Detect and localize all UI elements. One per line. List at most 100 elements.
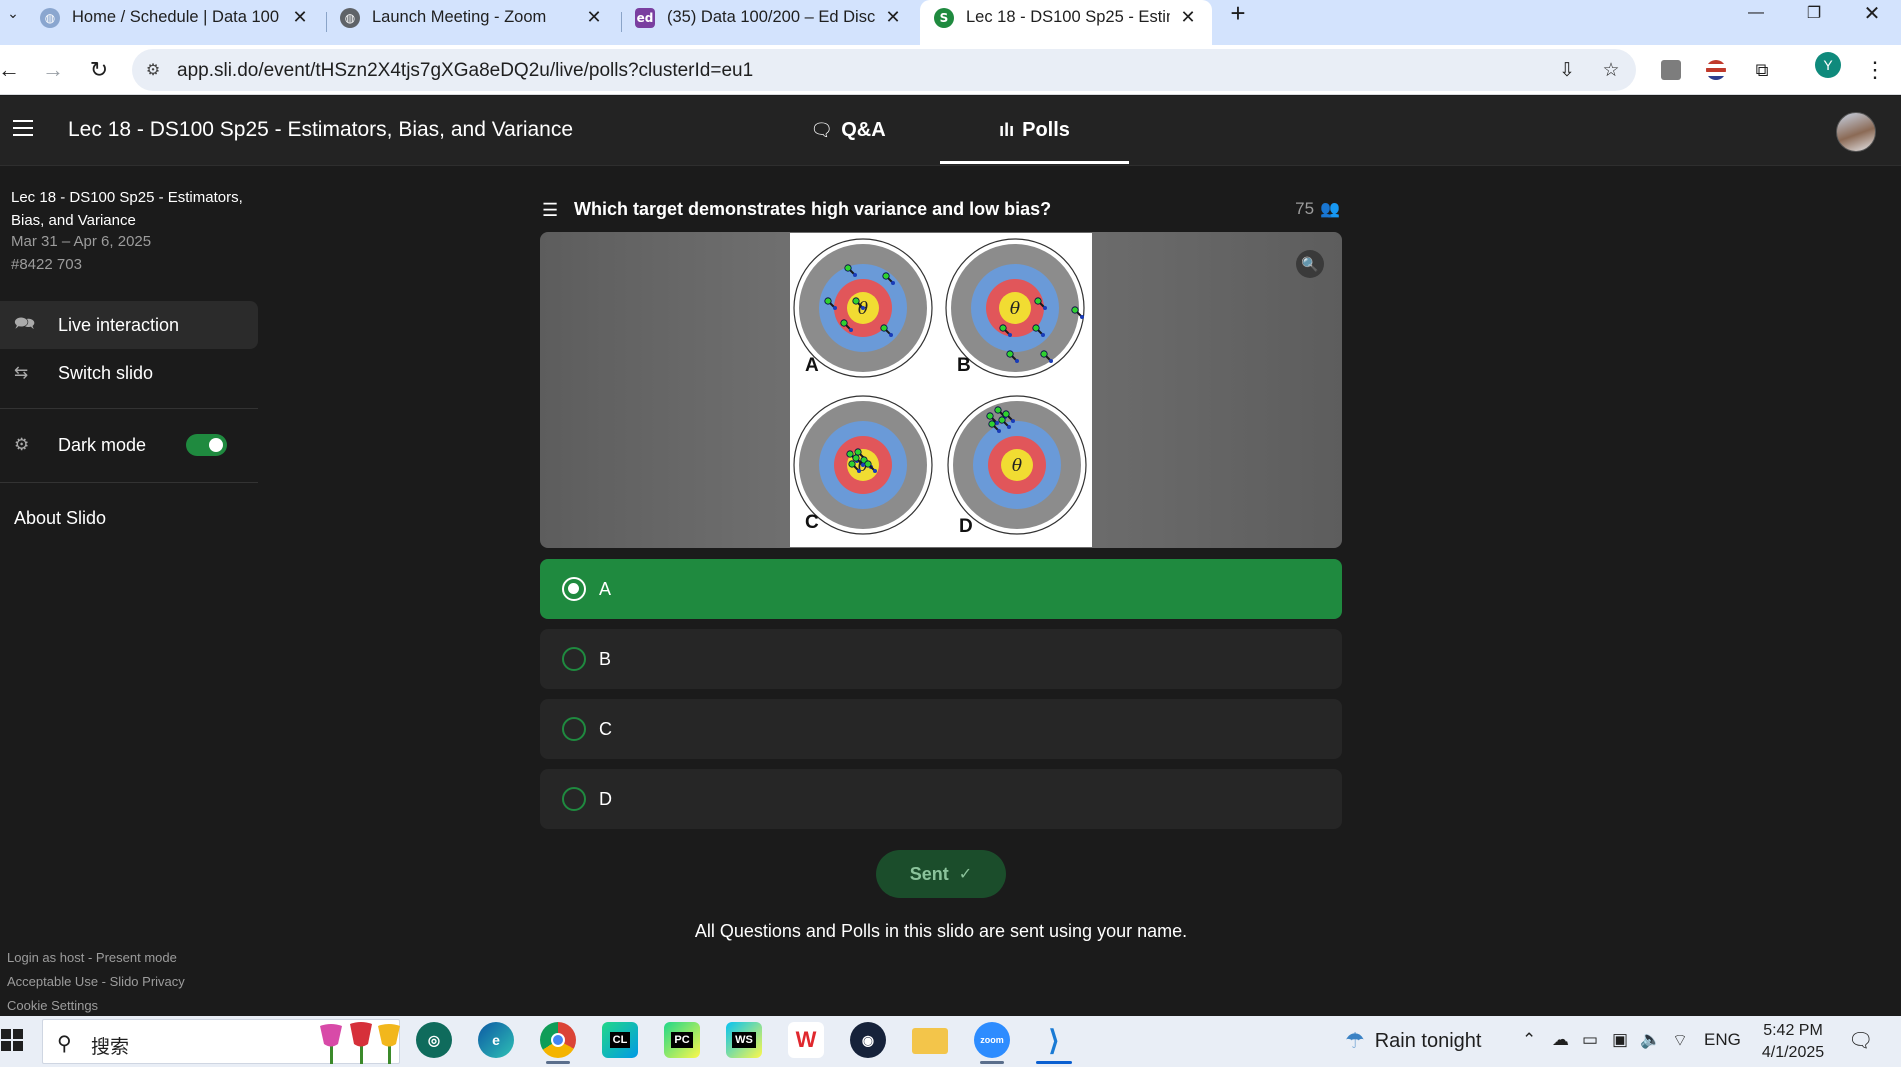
dart-fletch — [824, 297, 832, 305]
sidebar-event-name: Lec 18 - DS100 Sp25 - Estimators, Bias, … — [11, 189, 243, 229]
clock-time: 5:42 PM — [1763, 1022, 1823, 1039]
sent-button[interactable]: Sent ✓ — [876, 850, 1006, 898]
option-label: B — [599, 648, 612, 669]
poll-image[interactable]: θAθBθCθD 🔍 — [540, 232, 1342, 548]
browser-tab-zoom[interactable]: ◍ Launch Meeting - Zoom ✕ — [326, 0, 618, 45]
onedrive-cloud-icon[interactable]: ☁ — [1552, 1030, 1569, 1050]
poll-option-a[interactable]: A — [540, 559, 1342, 619]
poll-option-b[interactable]: B — [540, 629, 1342, 689]
acceptable-use-link[interactable]: Acceptable Use — [7, 974, 98, 989]
dart-hit — [861, 306, 865, 310]
dark-mode-toggle[interactable] — [186, 434, 227, 456]
poll-option-c[interactable]: C — [540, 699, 1342, 759]
sidebar-item-label: Live interaction — [58, 314, 180, 335]
about-slido-link[interactable]: About Slido — [14, 508, 106, 529]
dart-hit — [853, 273, 857, 277]
zoom-taskbar-icon[interactable]: zoom — [974, 1022, 1010, 1064]
close-icon[interactable]: ✕ — [584, 7, 604, 28]
search-icon: ⚲ — [57, 1033, 72, 1055]
cookie-settings-link[interactable]: Cookie Settings — [7, 998, 98, 1013]
tab-qa[interactable]: 🗨 Q&A — [790, 96, 906, 164]
wifi-icon[interactable]: ⌔ — [1672, 1030, 1688, 1051]
meet-camera-icon[interactable]: ▣ — [1612, 1030, 1628, 1050]
sidebar-item-live-interaction[interactable]: 🗪 Live interaction — [0, 301, 258, 349]
radio-button[interactable] — [562, 577, 586, 601]
sidebar-event-dates: Mar 31 – Apr 6, 2025 — [11, 233, 152, 250]
privacy-link[interactable]: Slido Privacy — [110, 974, 185, 989]
bookmark-star-icon[interactable]: ☆ — [1598, 58, 1624, 82]
profile-avatar[interactable]: Y — [1815, 52, 1841, 78]
close-icon[interactable]: ✕ — [883, 7, 903, 28]
back-icon[interactable]: ← — [0, 55, 24, 85]
dart-fletch — [999, 324, 1007, 332]
radio-button[interactable] — [562, 647, 586, 671]
toggle-knob — [209, 438, 223, 452]
zoom-label: zoom — [980, 1035, 1004, 1045]
battery-icon[interactable]: ▭ — [1582, 1030, 1598, 1050]
weather-widget[interactable]: ☂ Rain tonight — [1345, 1028, 1481, 1054]
new-tab-button[interactable]: + — [1222, 0, 1254, 28]
dart-hit — [1007, 425, 1011, 429]
input-language[interactable]: ENG — [1704, 1030, 1741, 1050]
poll-option-d[interactable]: D — [540, 769, 1342, 829]
poll-question: Which target demonstrates high variance … — [574, 199, 1052, 219]
extensions-puzzle-icon[interactable]: ⧉ — [1749, 57, 1775, 83]
login-as-host-link[interactable]: Login as host — [7, 950, 84, 965]
dart-fletch — [864, 460, 872, 468]
taskbar-search[interactable]: ⚲ 搜索 — [42, 1019, 400, 1064]
browser-tab-schedule[interactable]: ◍ Home / Schedule | Data 100 ✕ — [26, 0, 324, 45]
dart-fletch — [840, 319, 848, 327]
tab-label: Polls — [1022, 118, 1070, 141]
avatar[interactable] — [1836, 112, 1876, 152]
radio-button[interactable] — [562, 787, 586, 811]
dart-fletch — [1032, 324, 1040, 332]
webstorm-label: WS — [732, 1032, 756, 1048]
system-clock[interactable]: 5:42 PM 4/1/2025 — [1748, 1020, 1838, 1064]
browser-tab-ed[interactable]: ed (35) Data 100/200 – Ed Discu ✕ — [621, 0, 917, 45]
install-app-icon[interactable]: ⇩ — [1554, 58, 1580, 82]
browser-tab-slido[interactable]: S Lec 18 - DS100 Sp25 - Estima ✕ — [920, 0, 1212, 45]
minimize-icon[interactable]: — — [1728, 0, 1784, 26]
windows-taskbar: ⚲ 搜索 ◎ e CL PC WS W ◉ zoom ⟩ ☂ Rain toni… — [0, 1016, 1901, 1067]
radio-button[interactable] — [562, 717, 586, 741]
extension-icon[interactable] — [1658, 57, 1684, 83]
tab-search-chevron-icon[interactable]: ⌄ — [0, 0, 26, 26]
close-icon[interactable]: ✕ — [1178, 7, 1198, 28]
url-text[interactable]: app.sli.do/event/tHSzn2X4tjs7gXGa8eDQ2u/… — [177, 60, 753, 82]
steam-taskbar-icon[interactable]: ◉ — [850, 1022, 886, 1058]
clion-taskbar-icon[interactable]: CL — [602, 1022, 638, 1058]
close-icon[interactable]: ✕ — [290, 7, 310, 28]
forward-icon[interactable]: → — [38, 55, 68, 85]
flag-extension-icon[interactable] — [1703, 57, 1729, 83]
dart-hit — [861, 463, 865, 467]
speaker-icon[interactable]: 🔈 — [1640, 1030, 1661, 1050]
chrome-taskbar-icon[interactable] — [540, 1022, 576, 1064]
dart-hit — [1049, 359, 1053, 363]
close-window-icon[interactable]: ✕ — [1844, 0, 1900, 26]
wps-taskbar-icon[interactable]: W — [788, 1022, 824, 1058]
windows-start-icon[interactable] — [0, 1028, 24, 1052]
swap-icon: ⇆ — [14, 363, 29, 382]
reload-icon[interactable]: ↻ — [84, 55, 114, 85]
weather-text: Rain tonight — [1374, 1029, 1482, 1052]
menu-icon[interactable] — [13, 120, 35, 138]
edge-taskbar-icon[interactable]: e — [478, 1022, 514, 1058]
tab-polls[interactable]: ılı Polls — [940, 96, 1129, 164]
webstorm-taskbar-icon[interactable]: WS — [726, 1022, 762, 1058]
dart-hit — [891, 281, 895, 285]
address-bar[interactable]: ⚙ app.sli.do/event/tHSzn2X4tjs7gXGa8eDQ2… — [132, 49, 1636, 91]
notifications-icon[interactable]: 🗨 — [1848, 1028, 1873, 1053]
sidebar-item-switch-slido[interactable]: ⇆ Switch slido — [0, 349, 258, 397]
present-mode-link[interactable]: Present mode — [96, 950, 177, 965]
pycharm-taskbar-icon[interactable]: PC — [664, 1022, 700, 1058]
zoom-icon[interactable]: 🔍 — [1296, 250, 1324, 278]
more-menu-icon[interactable]: ⋮ — [1862, 57, 1888, 83]
restore-icon[interactable]: ❐ — [1786, 0, 1842, 26]
dart-fletch — [846, 450, 854, 458]
vscode-taskbar-icon[interactable]: ⟩ — [1036, 1022, 1072, 1064]
chevron-up-icon[interactable]: ⌃ — [1522, 1030, 1536, 1050]
target-label: D — [959, 516, 973, 537]
file-explorer-taskbar-icon[interactable] — [912, 1028, 948, 1054]
chatgpt-taskbar-icon[interactable]: ◎ — [416, 1022, 452, 1058]
site-info-icon[interactable]: ⚙ — [142, 60, 164, 80]
